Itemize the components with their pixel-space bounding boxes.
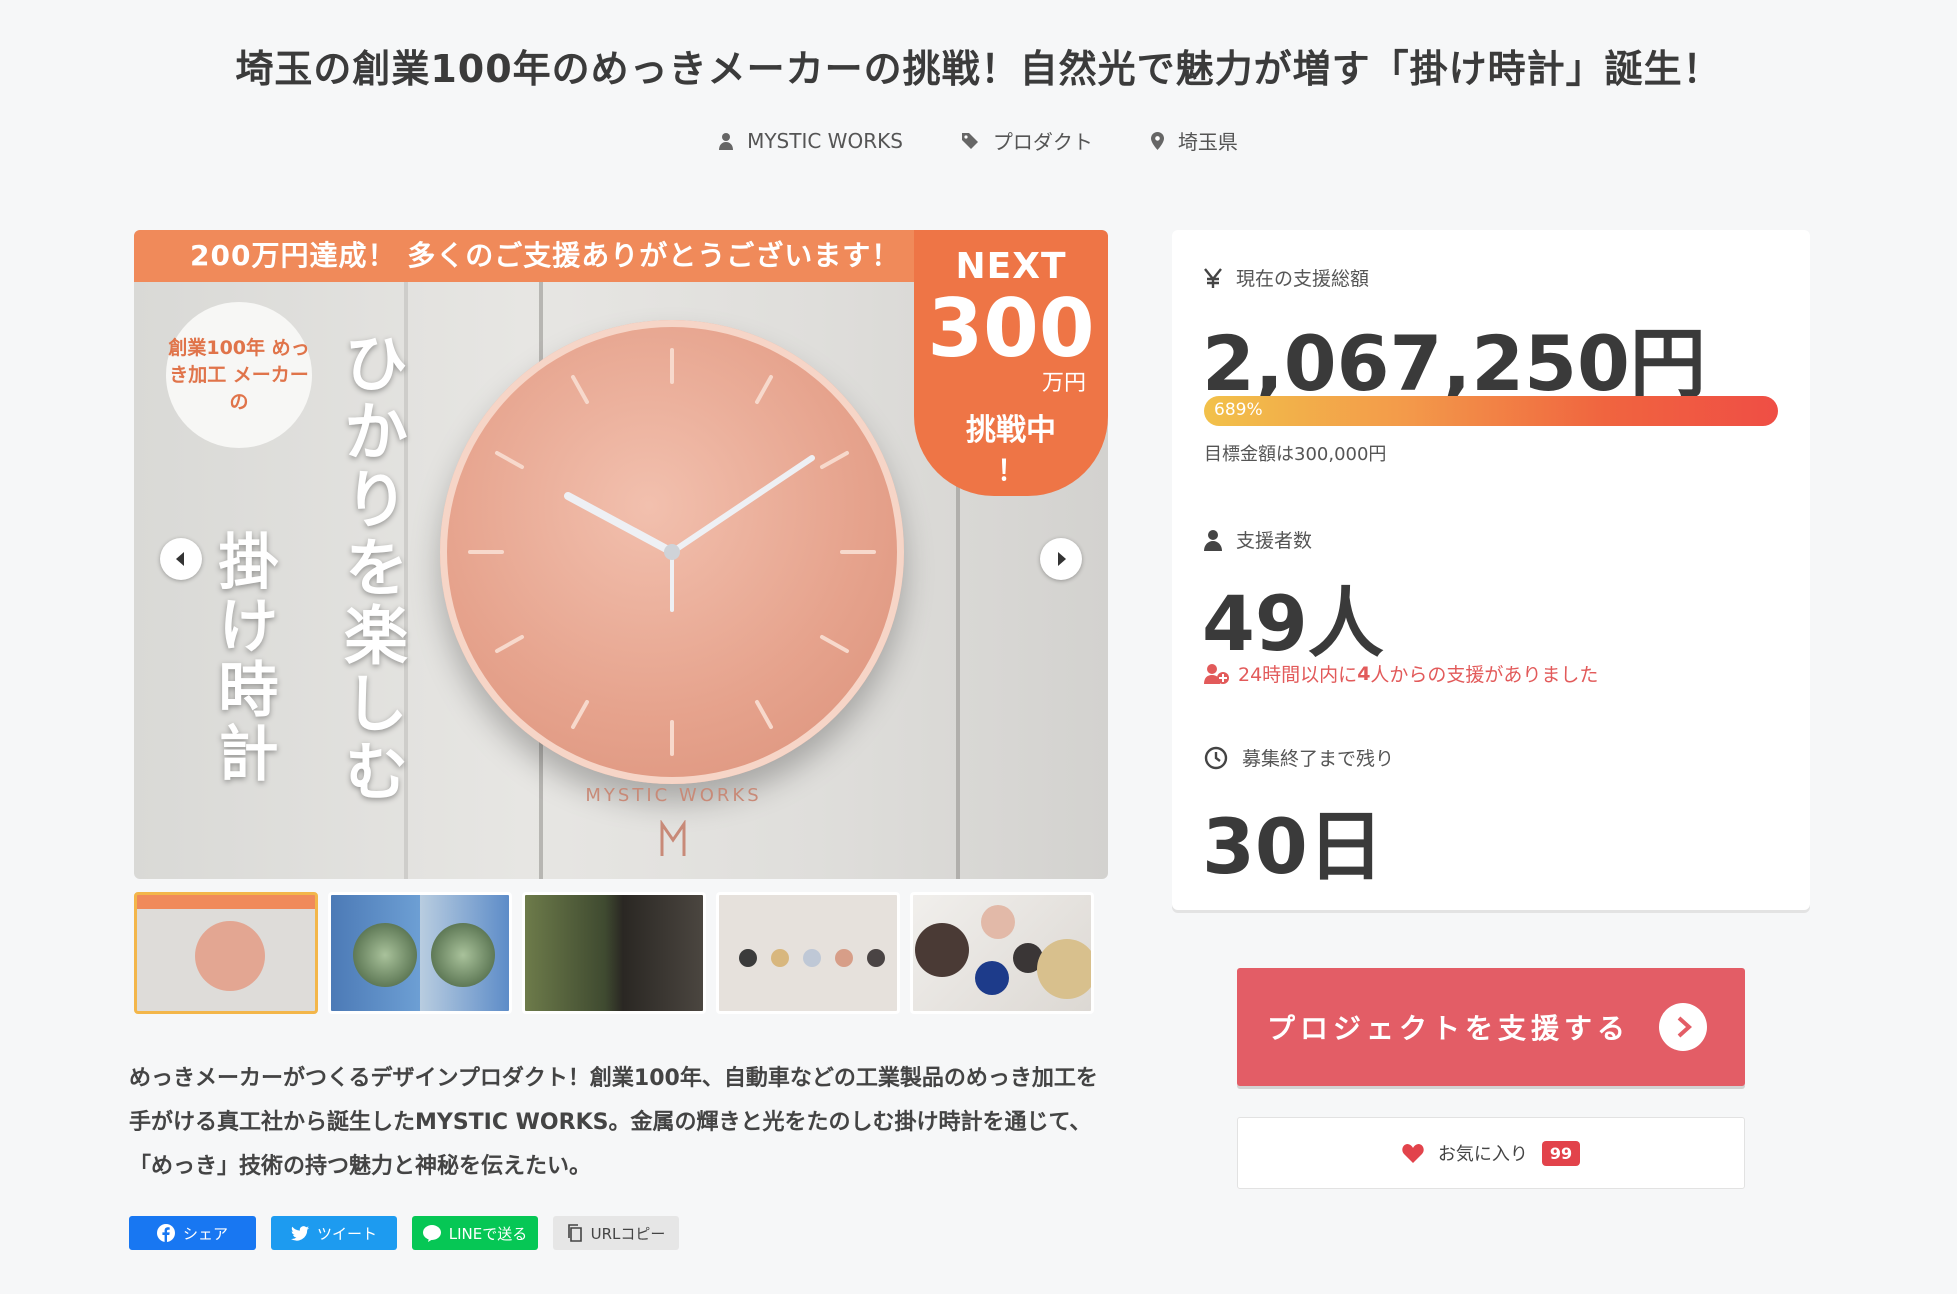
twitter-icon <box>290 1225 309 1241</box>
thumbnail-2[interactable] <box>328 892 512 1014</box>
thumbnail-5[interactable] <box>910 892 1094 1014</box>
line-share-label: LINEで送る <box>448 1224 528 1243</box>
remaining-label: 募集終了まで残り <box>1242 748 1395 770</box>
funding-progress-bar: 689% <box>1204 396 1778 426</box>
chevron-left-icon <box>176 552 184 566</box>
next-label: NEXT <box>955 246 1067 287</box>
chevron-right-icon <box>1058 552 1066 566</box>
page-title: 埼玉の創業100年のめっきメーカーの挑戦！自然光で魅力が増す「掛け時計」誕生！ <box>235 47 1722 91</box>
next-exclaim: ！ <box>996 454 1025 487</box>
user-icon <box>719 132 734 150</box>
next-challenge: 挑戦中 <box>966 413 1056 448</box>
funding-stats-card: 現在の支援総額 2,067,250円 689% 目標金額は300,000円 支援… <box>1172 230 1810 910</box>
clock-image <box>440 320 904 784</box>
brand-logo-icon <box>660 820 686 856</box>
hero-banner-text: 200万円達成！ 多くのご支援ありがとうございます！ <box>134 230 954 282</box>
funding-label-row: 現在の支援総額 <box>1204 264 1369 291</box>
clock-icon <box>1204 746 1228 769</box>
user-icon <box>1204 529 1222 551</box>
funding-label: 現在の支援総額 <box>1236 268 1370 290</box>
category-link[interactable]: プロダクト <box>961 126 1093 155</box>
remaining-days: 30日 <box>1202 802 1384 891</box>
clock-brand-text: MYSTIC WORKS <box>585 785 762 806</box>
tag-icon <box>961 132 978 149</box>
share-buttons: シェア ツイート LINEで送る URLコピー <box>129 1216 679 1250</box>
yen-icon <box>1204 267 1222 288</box>
twitter-share-label: ツイート <box>316 1224 377 1243</box>
owner-link[interactable]: MYSTIC WORKS <box>719 126 903 155</box>
project-description: めっきメーカーがつくるデザインプロダクト！創業100年、自動車などの工業製品のめ… <box>129 1066 1098 1179</box>
hero-vertical-main: ひかりを楽しむ <box>333 330 407 806</box>
backers-label-row: 支援者数 <box>1204 526 1312 553</box>
next-goal-badge: NEXT 300 万円 挑戦中 ！ <box>914 230 1108 496</box>
facebook-icon <box>156 1224 175 1242</box>
facebook-share-label: シェア <box>182 1224 228 1243</box>
twitter-share-button[interactable]: ツイート <box>271 1216 397 1250</box>
backers-count: 49人 <box>1202 579 1384 668</box>
hero-circle-badge: 創業100年 めっき加工 メーカー の <box>166 302 312 448</box>
copy-icon <box>567 1224 582 1242</box>
next-amount: 300 <box>927 282 1095 375</box>
thumbnail-strip <box>134 892 1094 1014</box>
recent-count: 4 <box>1357 662 1371 685</box>
clock-face-icon <box>468 348 876 756</box>
target-amount: 目標金額は300,000円 <box>1204 444 1387 465</box>
url-copy-label: URLコピー <box>590 1224 666 1243</box>
heart-icon <box>1402 1144 1424 1163</box>
favorite-button[interactable]: お気に入り 99 <box>1237 1117 1745 1189</box>
backers-label: 支援者数 <box>1236 530 1313 552</box>
thumbnail-3[interactable] <box>522 892 706 1014</box>
favorite-label: お気に入り <box>1437 1144 1528 1165</box>
owner-name: MYSTIC WORKS <box>747 128 903 153</box>
line-icon <box>422 1224 441 1242</box>
recent-backers: 24時間以内に 4 人からの支援がありました <box>1204 660 1598 687</box>
location-link[interactable]: 埼玉県 <box>1150 126 1238 155</box>
chevron-right-circle-icon <box>1659 1003 1707 1051</box>
thumbnail-1[interactable] <box>134 892 318 1014</box>
url-copy-button[interactable]: URLコピー <box>553 1216 679 1250</box>
thumbnail-4[interactable] <box>716 892 900 1014</box>
remaining-label-row: 募集終了まで残り <box>1204 744 1394 771</box>
map-pin-icon <box>1150 131 1164 150</box>
favorite-count-badge: 99 <box>1541 1140 1581 1166</box>
recent-suffix: 人からの支援がありました <box>1370 664 1599 686</box>
next-image-button[interactable] <box>1040 538 1082 580</box>
progress-percent: 689% <box>1214 400 1263 420</box>
prev-image-button[interactable] <box>160 538 202 580</box>
line-share-button[interactable]: LINEで送る <box>412 1216 538 1250</box>
location-name: 埼玉県 <box>1177 130 1238 154</box>
main-project-image[interactable]: 200万円達成！ 多くのご支援ありがとうございます！ 創業100年 めっき加工 … <box>134 230 1108 879</box>
support-project-button[interactable]: プロジェクトを支援する <box>1237 968 1745 1086</box>
support-button-label: プロジェクトを支援する <box>1267 1012 1631 1045</box>
category-name: プロダクト <box>992 130 1093 154</box>
user-plus-icon <box>1204 663 1229 684</box>
facebook-share-button[interactable]: シェア <box>129 1216 256 1250</box>
project-meta: MYSTIC WORKS プロダクト 埼玉県 <box>0 126 1957 155</box>
recent-prefix: 24時間以内に <box>1238 664 1358 686</box>
hero-vertical-sub: 掛け時計 <box>208 530 278 786</box>
